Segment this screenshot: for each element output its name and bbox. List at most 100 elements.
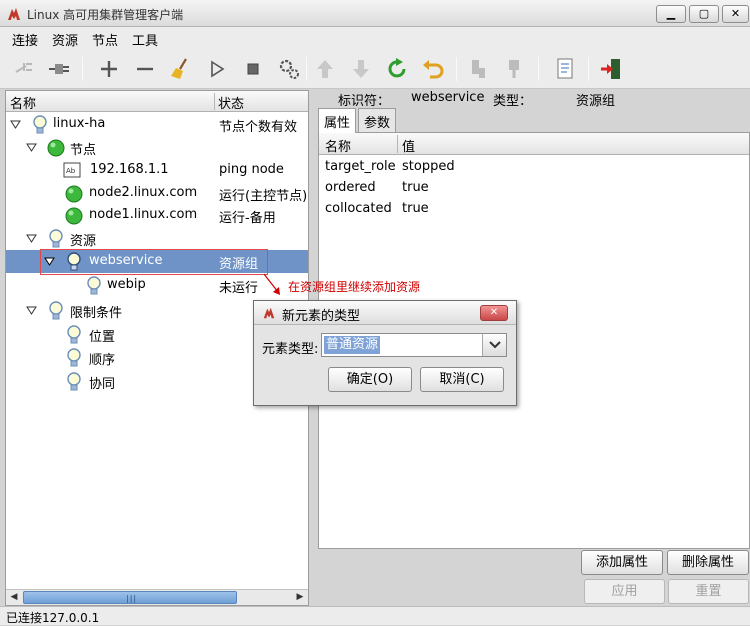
tree-row-node2[interactable]: node2.linux.com 运行(主控节点): [6, 182, 308, 205]
horizontal-scrollbar[interactable]: ◀ ||| ▶: [6, 589, 308, 605]
tree-header-status[interactable]: 状态: [218, 93, 244, 112]
plug-disconnected-icon[interactable]: [12, 56, 38, 82]
tree-item-label: 位置: [89, 330, 116, 345]
type-label: 类型：: [493, 94, 533, 109]
delete-attribute-button[interactable]: 删除属性: [667, 550, 749, 575]
tree-item-status: 运行(主控节点): [219, 189, 308, 204]
element-type-select[interactable]: 普通资源: [321, 333, 507, 357]
cancel-button[interactable]: 取消(C): [420, 367, 504, 392]
tree-row-node1[interactable]: node1.linux.com 运行-备用: [6, 204, 308, 227]
tree-item-label: 协同: [89, 377, 116, 392]
green-node-icon: [65, 207, 83, 225]
tree-item-status: 未运行: [219, 281, 259, 296]
ping-node-icon: Ab: [63, 162, 81, 178]
tree-item-label: 192.168.1.1: [90, 162, 169, 177]
scroll-right-icon[interactable]: ▶: [292, 590, 308, 605]
close-button[interactable]: ✕: [722, 5, 749, 23]
expand-toggle-icon[interactable]: [26, 305, 37, 316]
tree-item-status: 节点个数有效: [219, 120, 298, 135]
tree-item-label: node2.linux.com: [89, 185, 198, 200]
up-arrow-icon[interactable]: [312, 56, 338, 82]
exit-icon[interactable]: [598, 56, 624, 82]
menu-connect[interactable]: 连接: [12, 30, 38, 49]
minus-icon[interactable]: [132, 56, 158, 82]
ok-button[interactable]: 确定(O): [328, 367, 412, 392]
tree-item-status: ping node: [219, 162, 284, 177]
tab-attributes[interactable]: 属性: [318, 108, 356, 133]
node-active-icon[interactable]: [502, 56, 528, 82]
connection-status: 已连接127.0.0.1: [6, 611, 100, 625]
menu-bar: 连接 资源 节点 工具: [0, 27, 750, 49]
attribute-value: true: [402, 201, 429, 216]
attribute-name: ordered: [325, 180, 376, 195]
grid-header: 名称 值: [319, 133, 749, 155]
maximize-button[interactable]: ▢: [689, 5, 719, 23]
tree-row-nodes[interactable]: 节点: [6, 136, 308, 159]
tree-item-label: node1.linux.com: [89, 207, 198, 222]
element-type-value: 普通资源: [324, 336, 381, 354]
reset-button[interactable]: 重置: [668, 579, 749, 604]
attribute-row[interactable]: collocated true: [319, 199, 749, 220]
add-attribute-button[interactable]: 添加属性: [581, 550, 663, 575]
plus-icon[interactable]: [96, 56, 122, 82]
expand-toggle-icon[interactable]: [10, 119, 21, 130]
tree-item-label: 节点: [70, 143, 97, 158]
dialog-close-button[interactable]: ✕: [480, 305, 508, 321]
dialog-title-bar: 新元素的类型 ✕: [254, 301, 516, 325]
tree-row-cluster[interactable]: linux-ha 节点个数有效: [6, 113, 308, 136]
type-value: 资源组: [576, 94, 616, 109]
green-node-icon: [47, 139, 65, 157]
green-node-icon: [65, 185, 83, 203]
scroll-thumb[interactable]: |||: [23, 591, 237, 604]
tree-item-label: linux-ha: [53, 116, 106, 131]
tree-row-resources[interactable]: 资源: [6, 227, 308, 250]
grid-header-name[interactable]: 名称: [325, 136, 351, 155]
bulb-icon: [49, 301, 63, 320]
apply-button[interactable]: 应用: [584, 579, 665, 604]
tree-header-name[interactable]: 名称: [10, 93, 36, 112]
annotation-text: 在资源组里继续添加资源: [288, 280, 421, 294]
menu-node[interactable]: 节点: [92, 30, 118, 49]
document-icon[interactable]: [552, 56, 578, 82]
expand-toggle-icon[interactable]: [26, 233, 37, 244]
chevron-down-icon[interactable]: [482, 334, 506, 356]
highlight-box: [40, 249, 268, 275]
stop-icon[interactable]: [240, 56, 266, 82]
attribute-name: target_role: [325, 159, 396, 174]
plug-connect-icon[interactable]: [46, 56, 72, 82]
attribute-row[interactable]: ordered true: [319, 178, 749, 199]
bulb-icon: [67, 372, 81, 391]
attribute-row[interactable]: target_role stopped: [319, 157, 749, 178]
attribute-value: stopped: [402, 159, 455, 174]
toolbar: [0, 49, 750, 89]
menu-resource[interactable]: 资源: [52, 30, 78, 49]
bulb-icon: [33, 115, 47, 134]
refresh-icon[interactable]: [384, 56, 410, 82]
tree-header: 名称 状态: [6, 91, 308, 112]
undo-icon[interactable]: [420, 56, 446, 82]
down-arrow-icon[interactable]: [348, 56, 374, 82]
scroll-left-icon[interactable]: ◀: [6, 590, 22, 605]
dialog-title: 新元素的类型: [282, 309, 361, 324]
tree-item-label: 限制条件: [70, 306, 123, 321]
tree-item-label: 资源: [70, 234, 97, 249]
broom-icon[interactable]: [168, 56, 194, 82]
node-standby-icon[interactable]: [466, 56, 492, 82]
title-bar: Linux 高可用集群管理客户端 ▁ ▢ ✕: [0, 0, 750, 27]
tree-item-status: 运行-备用: [219, 211, 276, 226]
bulb-icon: [67, 348, 81, 367]
gears-icon[interactable]: [276, 56, 302, 82]
status-bar: 已连接127.0.0.1: [0, 606, 750, 625]
svg-text:Ab: Ab: [66, 167, 76, 175]
bulb-icon: [87, 276, 101, 295]
grid-header-value[interactable]: 值: [402, 136, 415, 155]
tab-parameters[interactable]: 参数: [358, 108, 396, 132]
element-type-label: 元素类型:: [262, 342, 319, 357]
tree-item-label: 顺序: [89, 353, 116, 368]
expand-toggle-icon[interactable]: [26, 142, 37, 153]
menu-tools[interactable]: 工具: [132, 30, 158, 49]
play-icon[interactable]: [204, 56, 230, 82]
minimize-button[interactable]: ▁: [656, 5, 686, 23]
id-label: 标识符：: [338, 94, 391, 109]
tree-row-ping-node[interactable]: Ab 192.168.1.1 ping node: [6, 159, 308, 182]
